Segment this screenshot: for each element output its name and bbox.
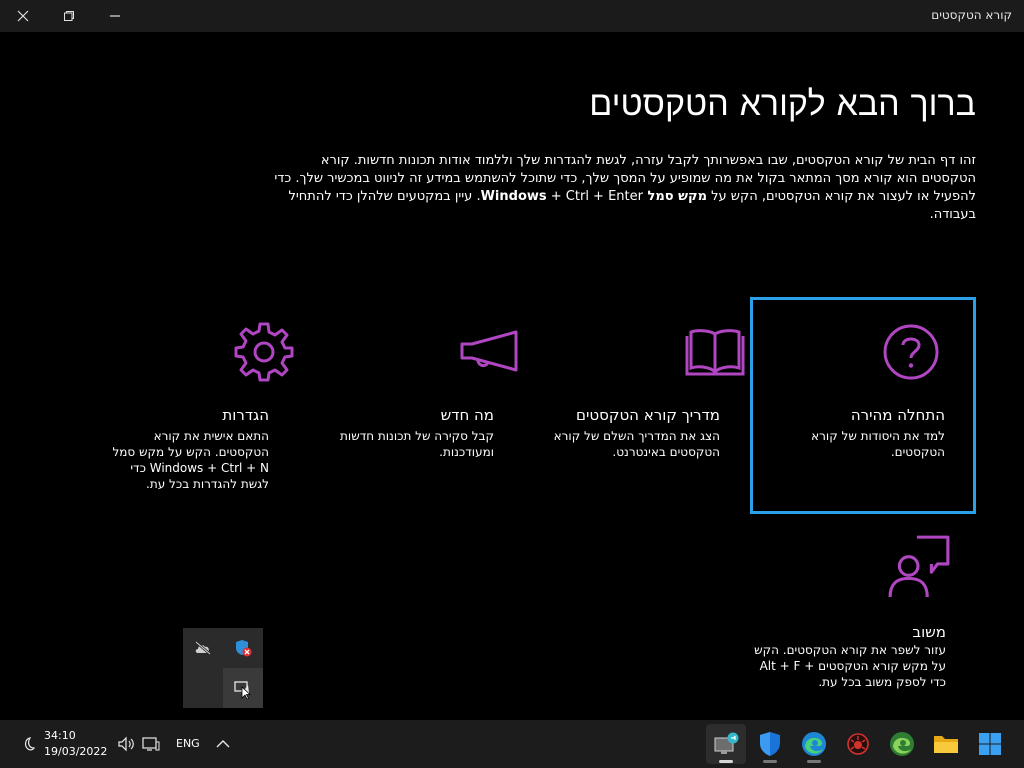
person-feedback-icon [888, 535, 950, 598]
taskbar-app-edge[interactable] [794, 724, 834, 764]
card-quickstart-title: התחלה מהירה [850, 406, 945, 424]
card-settings-title: הגדרות [222, 406, 269, 424]
taskbar-app-file-explorer[interactable] [926, 724, 966, 764]
taskbar-app-narrator[interactable] [706, 724, 746, 764]
question-circle-icon [883, 324, 939, 380]
open-book-icon [685, 329, 745, 376]
card-whatsnew-title: מה חדש [440, 406, 494, 424]
window-title: קורא הטקסטים [931, 8, 1012, 22]
close-icon [17, 10, 29, 22]
card-quickstart-description: למד את היסודות של קורא הטקסטים. [811, 429, 945, 459]
card-guide-title: מדריך קורא הטקסטים [576, 406, 720, 424]
minimize-button[interactable] [92, 0, 138, 32]
taskbar-clock[interactable]: 34:10 19/03/2022 [44, 728, 107, 760]
tray-item-narrator[interactable] [223, 668, 263, 708]
narrator-icon [234, 681, 252, 699]
card-feedback-title: משוב [912, 623, 946, 641]
folder-icon [934, 736, 958, 753]
bug-icon [847, 733, 869, 755]
notification-button[interactable] [16, 732, 40, 756]
running-indicator [807, 760, 821, 763]
gear-icon [234, 322, 294, 382]
tray-overflow-flyout [183, 628, 263, 708]
language-indicator[interactable]: ENG [176, 737, 200, 750]
windows-logo-icon [979, 733, 1001, 755]
taskbar-app-red-tool[interactable] [838, 724, 878, 764]
card-settings-description: התאם אישית את קורא הטקסטים. הקש על מקש ס… [112, 429, 269, 491]
running-indicator [719, 760, 733, 763]
start-button[interactable] [970, 724, 1010, 764]
card-whatsnew-description: קבל סקירה של תכונות חדשות ומעודכנות. [340, 429, 494, 459]
cloud-offline-icon [195, 641, 211, 655]
card-whatsnew[interactable]: מה חדש קבל סקירה של תכונות חדשות ומעודכנ… [298, 300, 520, 512]
network-icon [142, 737, 160, 751]
card-quickstart[interactable]: התחלה מהירה למד את היסודות של קורא הטקסט… [750, 297, 976, 514]
page-title: ברוך הבא לקורא הטקסטים [589, 84, 976, 124]
card-feedback[interactable]: משוב עזור לשפר את קורא הטקסטים. הקש על מ… [750, 515, 976, 705]
show-hidden-icons-button[interactable] [211, 732, 235, 756]
tray-item-security[interactable] [223, 628, 263, 668]
edge-icon [802, 732, 826, 756]
clock-date: 19/03/2022 [44, 745, 108, 758]
restore-icon [64, 11, 74, 21]
title-bar: קורא הטקסטים [0, 0, 1024, 32]
card-guide[interactable]: מדריך קורא הטקסטים הצג את המדריך השלם של… [525, 300, 747, 512]
narrator-app-icon [714, 732, 739, 754]
chevron-up-icon [216, 740, 230, 748]
close-button[interactable] [0, 0, 46, 32]
volume-icon [118, 736, 134, 752]
card-feedback-description: עזור לשפר את קורא הטקסטים. הקש על מקש קו… [754, 643, 946, 689]
network-button[interactable] [139, 732, 163, 756]
running-indicator [763, 760, 777, 763]
minimize-icon [110, 15, 120, 17]
security-warning-icon [236, 640, 252, 657]
taskbar-app-defender[interactable] [750, 724, 790, 764]
megaphone-icon [460, 330, 518, 372]
tray-item-cloud[interactable] [183, 628, 223, 668]
card-settings[interactable]: הגדרות התאם אישית את קורא הטקסטים. הקש ע… [72, 300, 294, 512]
edge-beta-icon [890, 732, 914, 756]
shield-icon [760, 732, 780, 756]
restore-button[interactable] [46, 0, 92, 32]
taskbar-app-edge-beta[interactable] [882, 724, 922, 764]
moon-icon [24, 737, 35, 751]
intro-text: זהו דף הבית של קורא הטקסטים, שבו באפשרות… [264, 152, 976, 224]
clock-time: 34:10 [44, 729, 76, 742]
volume-button[interactable] [114, 732, 138, 756]
card-guide-description: הצג את המדריך השלם של קורא הטקסטים באינט… [553, 429, 720, 459]
